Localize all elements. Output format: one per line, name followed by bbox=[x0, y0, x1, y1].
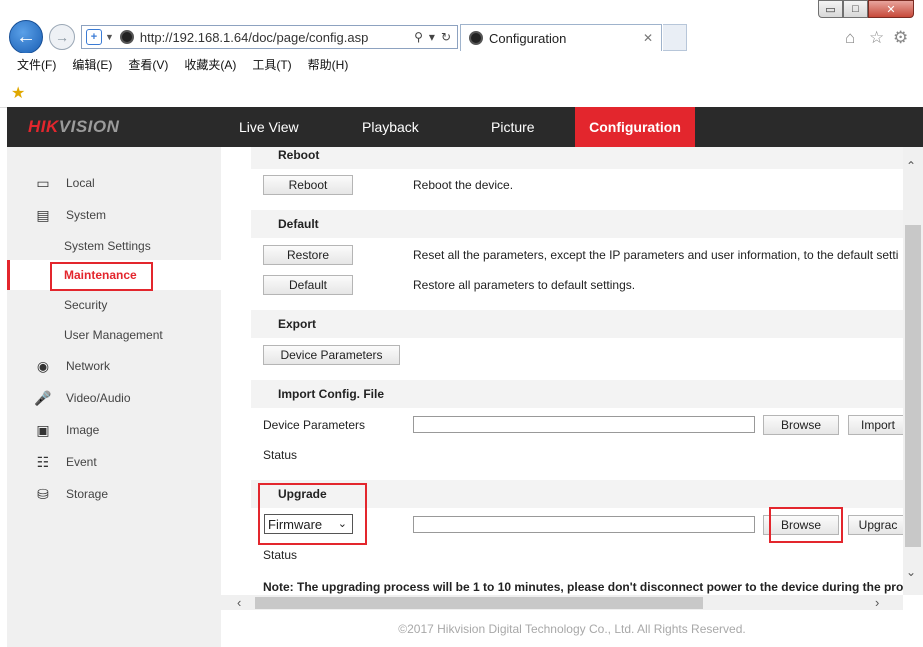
upgrade-button[interactable]: Upgrac bbox=[848, 515, 903, 535]
import-browse-button[interactable]: Browse bbox=[763, 415, 839, 435]
upgrade-highlight-box bbox=[258, 483, 367, 545]
upgrade-note: Note: The upgrading process will be 1 to… bbox=[263, 580, 903, 594]
dropdown-icon[interactable]: ▾ bbox=[429, 30, 435, 44]
menu-tools[interactable]: 工具(T) bbox=[252, 56, 291, 73]
scroll-right-icon[interactable]: › bbox=[875, 595, 879, 610]
sidebar-item-image[interactable]: ▣ Image bbox=[7, 415, 221, 445]
import-file-path-input[interactable] bbox=[413, 416, 755, 433]
search-icon[interactable]: ⚲ bbox=[414, 30, 423, 44]
reboot-description: Reboot the device. bbox=[413, 178, 514, 192]
sidebar-item-system-settings[interactable]: System Settings bbox=[7, 231, 221, 261]
upgrade-file-path-input[interactable] bbox=[413, 516, 755, 533]
home-icon[interactable]: ⌂ bbox=[845, 28, 855, 48]
app-header: HIKVISION Live View Playback Picture Con… bbox=[7, 107, 923, 147]
new-tab-button[interactable] bbox=[663, 24, 687, 51]
system-window-icon: ▤ bbox=[36, 206, 50, 223]
minimize-button[interactable]: ▭ bbox=[818, 0, 843, 18]
storage-icon: ⛁ bbox=[37, 485, 49, 502]
section-export-title: Export bbox=[251, 310, 903, 338]
refresh-icon[interactable]: ↻ bbox=[441, 30, 451, 44]
restore-button[interactable]: Restore bbox=[263, 245, 353, 265]
horizontal-scrollbar[interactable]: ‹ › bbox=[221, 595, 903, 610]
sidebar-item-event[interactable]: ☷ Event bbox=[7, 447, 221, 477]
default-button[interactable]: Default bbox=[263, 275, 353, 295]
horizontal-scroll-thumb[interactable] bbox=[255, 597, 703, 609]
nav-live-view[interactable]: Live View bbox=[239, 107, 299, 147]
maximize-button[interactable]: □ bbox=[843, 0, 868, 18]
scroll-down-icon[interactable]: ⌄ bbox=[906, 565, 916, 579]
maintenance-highlight-box bbox=[50, 262, 153, 291]
nav-picture[interactable]: Picture bbox=[491, 107, 535, 147]
menu-help[interactable]: 帮助(H) bbox=[308, 56, 349, 73]
menu-view[interactable]: 查看(V) bbox=[128, 56, 168, 73]
reboot-button[interactable]: Reboot bbox=[263, 175, 353, 195]
menu-edit[interactable]: 编辑(E) bbox=[72, 56, 112, 73]
favorites-bar: ★ bbox=[0, 76, 923, 108]
chevron-down-icon[interactable]: ▼ bbox=[105, 32, 114, 42]
sidebar-item-system[interactable]: ▤ System bbox=[7, 200, 221, 230]
section-default-title: Default bbox=[251, 210, 903, 238]
nav-configuration[interactable]: Configuration bbox=[575, 107, 695, 147]
section-import-title: Import Config. File bbox=[251, 380, 903, 408]
hikvision-logo: HIKVISION bbox=[28, 117, 120, 136]
browse-highlight-box bbox=[769, 507, 843, 543]
sidebar-item-local[interactable]: ▭ Local bbox=[7, 168, 221, 198]
calendar-icon: ☷ bbox=[36, 453, 50, 470]
scroll-left-icon[interactable]: ‹ bbox=[237, 595, 241, 610]
image-icon: ▣ bbox=[36, 421, 50, 438]
section-reboot-title: Reboot bbox=[251, 147, 903, 169]
tab-title: Configuration bbox=[489, 30, 567, 46]
sidebar-item-video-audio[interactable]: 🎤 Video/Audio bbox=[7, 383, 221, 413]
address-bar[interactable]: + ▼ http://192.168.1.64/doc/page/config.… bbox=[81, 25, 458, 49]
close-tab-icon[interactable]: ✕ bbox=[643, 31, 653, 45]
import-button[interactable]: Import bbox=[848, 415, 903, 435]
url-text[interactable]: http://192.168.1.64/doc/page/config.asp bbox=[140, 30, 368, 45]
microphone-icon: 🎤 bbox=[34, 389, 52, 406]
default-description: Restore all parameters to default settin… bbox=[413, 278, 636, 292]
sidebar-item-network[interactable]: ◉ Network bbox=[7, 351, 221, 381]
menu-favorites[interactable]: 收藏夹(A) bbox=[184, 56, 236, 73]
vertical-scroll-thumb[interactable] bbox=[905, 225, 921, 547]
menu-file[interactable]: 文件(F) bbox=[17, 56, 56, 73]
copyright-footer: ©2017 Hikvision Digital Technology Co., … bbox=[221, 610, 923, 647]
tab-favicon-icon bbox=[469, 31, 483, 45]
import-status-label: Status bbox=[263, 448, 298, 462]
gear-icon[interactable]: ⚙ bbox=[893, 28, 908, 48]
globe-icon: ◉ bbox=[36, 357, 50, 374]
main-content: Reboot Reboot Reboot the device. Default… bbox=[221, 147, 903, 595]
vertical-scrollbar[interactable]: ⌃ ⌄ bbox=[903, 147, 923, 595]
forward-arrow-icon[interactable]: → bbox=[49, 24, 75, 50]
upgrade-status-label: Status bbox=[263, 548, 298, 562]
restore-description: Reset all the parameters, except the IP … bbox=[413, 248, 899, 262]
sidebar-item-user-management[interactable]: User Management bbox=[7, 320, 221, 350]
security-shield-icon[interactable]: + bbox=[86, 29, 102, 45]
close-window-button[interactable]: ✕ bbox=[868, 0, 914, 18]
scroll-up-icon[interactable]: ⌃ bbox=[906, 159, 916, 173]
star-icon[interactable]: ☆ bbox=[869, 28, 884, 48]
menu-bar: 文件(F) 编辑(E) 查看(V) 收藏夹(A) 工具(T) 帮助(H) bbox=[0, 53, 923, 75]
tab-configuration[interactable]: Configuration ✕ bbox=[460, 24, 662, 51]
export-device-parameters-button[interactable]: Device Parameters bbox=[263, 345, 400, 365]
browser-window: ▭ □ ✕ ← → + ▼ http://192.168.1.64/doc/pa… bbox=[0, 0, 923, 647]
sidebar: ▭ Local ▤ System System Settings Mainten… bbox=[7, 147, 221, 647]
sidebar-item-security[interactable]: Security bbox=[7, 290, 221, 320]
import-device-parameters-label: Device Parameters bbox=[263, 418, 366, 432]
sidebar-item-storage[interactable]: ⛁ Storage bbox=[7, 479, 221, 509]
site-favicon-icon bbox=[119, 30, 134, 44]
back-arrow-icon[interactable]: ← bbox=[9, 20, 43, 54]
nav-playback[interactable]: Playback bbox=[362, 107, 419, 147]
add-favorite-star-icon[interactable]: ★ bbox=[11, 83, 25, 103]
monitor-icon: ▭ bbox=[36, 174, 50, 191]
